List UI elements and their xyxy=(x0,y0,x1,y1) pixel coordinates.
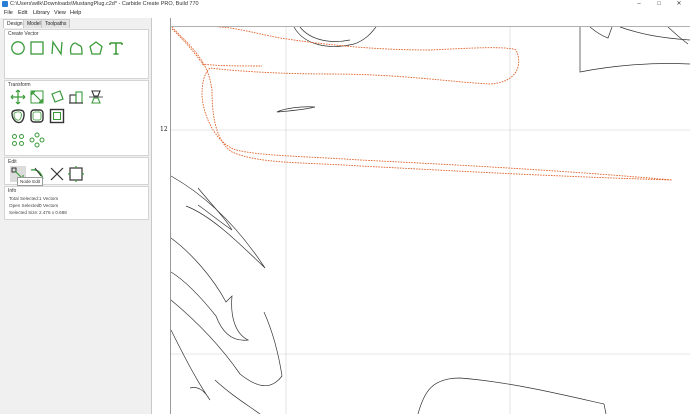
polyline-tool-button[interactable] xyxy=(49,40,65,56)
vector-bottom-tip[interactable] xyxy=(603,403,607,414)
vector-bottom-swoosh[interactable] xyxy=(214,379,261,414)
linear-array-icon xyxy=(12,134,24,146)
circle-icon xyxy=(11,41,25,55)
vector-group xyxy=(170,26,690,414)
mirror-tool-button[interactable] xyxy=(88,89,104,105)
app-logo-icon xyxy=(2,1,8,7)
rectangle-icon xyxy=(30,41,44,55)
rotate-tool-button[interactable] xyxy=(49,89,65,105)
offset-tool-button[interactable] xyxy=(10,108,26,124)
vector-spear-3[interactable] xyxy=(170,237,250,341)
offset-icon xyxy=(11,109,25,124)
vector-lower-left[interactable] xyxy=(170,329,211,401)
vector-small-sliver[interactable] xyxy=(276,106,316,113)
open-selected-label: Open Selected: xyxy=(9,203,41,208)
total-selected-label: Total Selected: xyxy=(9,196,40,201)
pentagon-icon xyxy=(89,41,103,55)
open-selected-value: 0 Vectors xyxy=(39,203,59,208)
join-square-icon xyxy=(68,166,84,182)
vector-hood-curve[interactable] xyxy=(293,26,377,47)
linear-array-tool-button[interactable] xyxy=(10,132,26,148)
round-corners-tool-button[interactable] xyxy=(29,108,45,124)
window-title: C:\Users\wilk\Downloads\MustangPlug.c2d*… xyxy=(10,1,199,7)
selected-upper-connector[interactable] xyxy=(201,63,263,67)
vector-bottom-curve[interactable] xyxy=(417,377,605,414)
vector-spear-1[interactable] xyxy=(170,175,266,269)
cut-cross-icon xyxy=(50,167,64,181)
align-tool-button[interactable] xyxy=(68,89,84,105)
curve-icon xyxy=(69,42,83,55)
selected-size-label: Selected Size: xyxy=(9,210,39,215)
align-icon xyxy=(69,91,83,104)
create-vector-section: Create Vector xyxy=(4,29,149,79)
edit-title: Edit xyxy=(8,159,17,165)
join-tool-button[interactable] xyxy=(68,166,84,182)
menu-help[interactable]: Help xyxy=(70,9,81,18)
transform-section: Transform xyxy=(4,80,149,156)
close-button[interactable]: ✕ xyxy=(672,0,686,9)
vector-top-right-edge[interactable] xyxy=(667,26,689,45)
menu-view[interactable]: View xyxy=(54,9,66,18)
total-selected-row: Total Selected: 1 Vectors xyxy=(9,196,58,202)
rounded-square-icon xyxy=(30,109,44,123)
vector-spear-2[interactable] xyxy=(197,187,233,231)
text-tool-button[interactable] xyxy=(108,40,124,56)
text-icon xyxy=(109,42,123,55)
circle-tool-button[interactable] xyxy=(10,40,26,56)
scale-icon xyxy=(30,90,44,104)
circular-array-icon xyxy=(29,132,45,148)
left-ruler: 12 xyxy=(152,18,171,414)
total-selected-value: 1 Vectors xyxy=(39,196,59,201)
tool-panel: Design Model Toolpaths Create Vector Tra… xyxy=(0,18,152,414)
selected-body-outline[interactable] xyxy=(171,26,673,181)
tab-toolpaths[interactable]: Toolpaths xyxy=(41,19,71,28)
title-bar: C:\Users\wilk\Downloads\MustangPlug.c2d*… xyxy=(0,0,690,9)
canvas-grid xyxy=(171,27,690,414)
minimize-button[interactable]: – xyxy=(632,0,646,9)
selected-size-value: 2.476 x 0.688 xyxy=(39,210,67,215)
rotate-icon xyxy=(51,90,64,103)
inset-square-icon xyxy=(49,108,65,124)
scale-tool-button[interactable] xyxy=(29,89,45,105)
selected-front-edge[interactable] xyxy=(171,28,205,67)
polygon-tool-button[interactable] xyxy=(88,40,104,56)
selected-vector[interactable] xyxy=(171,26,673,181)
menu-bar: File Edit Library View Help xyxy=(0,9,690,18)
menu-edit[interactable]: Edit xyxy=(18,9,27,18)
vector-spear-4[interactable] xyxy=(170,299,283,386)
polyline-icon xyxy=(51,40,63,56)
maximize-button[interactable]: □ xyxy=(652,0,666,9)
top-ruler xyxy=(160,18,690,27)
ruler-label-12: 12 xyxy=(160,126,168,133)
create-vector-title: Create Vector xyxy=(8,31,39,37)
curve-tool-button[interactable] xyxy=(68,40,84,56)
mirror-icon xyxy=(89,90,103,104)
info-title: Info xyxy=(8,188,17,194)
transform-title: Transform xyxy=(8,82,31,88)
open-selected-row: Open Selected: 0 Vectors xyxy=(9,203,58,209)
info-section: Info Total Selected: 1 Vectors Open Sele… xyxy=(4,186,149,220)
cut-tool-button[interactable] xyxy=(49,166,65,182)
vector-top-notch[interactable] xyxy=(589,26,613,39)
menu-library[interactable]: Library xyxy=(33,9,50,18)
design-canvas[interactable] xyxy=(160,18,690,414)
canvas-drawing xyxy=(160,18,690,414)
node-edit-tooltip: Node Edit xyxy=(17,177,44,186)
move-arrows-icon xyxy=(10,89,26,105)
vector-right-body[interactable] xyxy=(579,27,690,73)
selected-size-row: Selected Size: 2.476 x 0.688 xyxy=(9,210,67,216)
move-tool-button[interactable] xyxy=(10,89,26,105)
boolean-tool-button[interactable] xyxy=(49,108,65,124)
vector-hood-inner[interactable] xyxy=(299,26,351,42)
menu-file[interactable]: File xyxy=(4,9,13,18)
circular-array-tool-button[interactable] xyxy=(29,132,45,148)
vector-right-upper[interactable] xyxy=(619,26,690,41)
rectangle-tool-button[interactable] xyxy=(29,40,45,56)
